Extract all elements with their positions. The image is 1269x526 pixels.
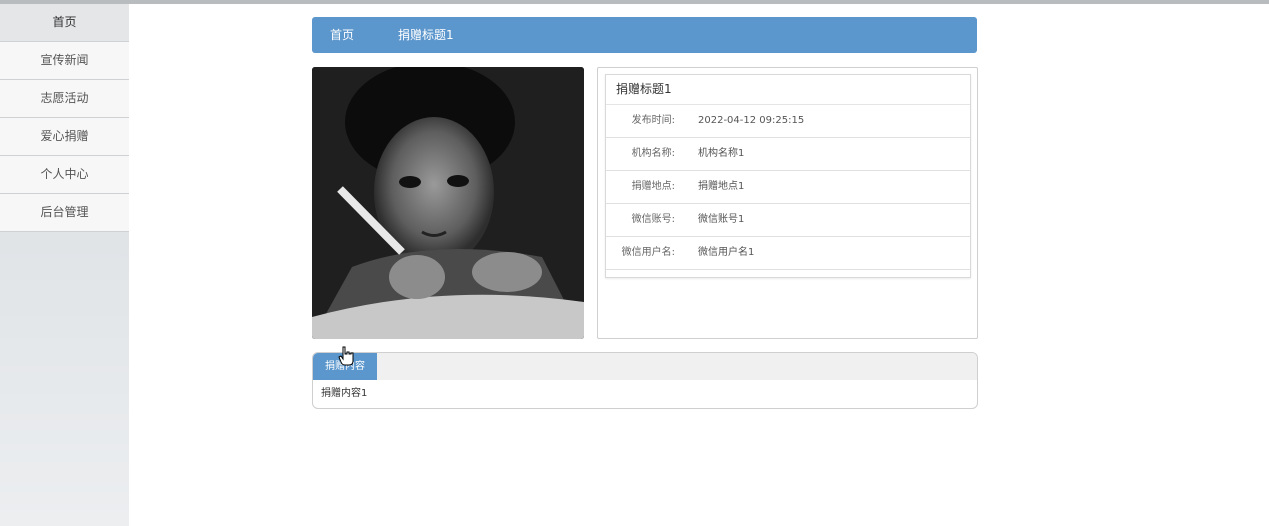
org-name-value: 机构名称1 [698, 148, 745, 159]
sidebar-item-admin[interactable]: 后台管理 [0, 194, 129, 232]
detail-row: 微信账号: 微信账号1 [606, 204, 970, 237]
content-tabbar: 捐赠内容 [313, 353, 977, 380]
wechat-account-value: 微信账号1 [698, 214, 745, 225]
detail-row: 捐赠地点: 捐赠地点1 [606, 171, 970, 204]
donation-photo [312, 67, 584, 339]
sidebar-item-volunteer[interactable]: 志愿活动 [0, 80, 129, 118]
publish-time-value: 2022-04-12 09:25:15 [698, 115, 805, 126]
publish-time-label: 发布时间: [631, 115, 675, 126]
top-border [0, 0, 1269, 4]
detail-row: 机构名称: 机构名称1 [606, 138, 970, 171]
detail-box: 捐赠标题1 发布时间: 2022-04-12 09:25:15 机构名称: 机构… [597, 67, 978, 339]
donation-location-label: 捐赠地点: [631, 181, 675, 192]
donation-content-text: 捐赠内容1 [321, 388, 368, 399]
child-writing-photo [312, 67, 584, 339]
sidebar: 首页 宣传新闻 志愿活动 爱心捐赠 个人中心 后台管理 [0, 4, 129, 526]
wechat-username-label: 微信用户名: [621, 247, 675, 258]
sidebar-item-personal-center[interactable]: 个人中心 [0, 156, 129, 194]
detail-row: 微信用户名: 微信用户名1 [606, 237, 970, 270]
detail-row: 发布时间: 2022-04-12 09:25:15 [606, 105, 970, 138]
donation-location-value: 捐赠地点1 [698, 181, 745, 192]
hand-cursor-icon [338, 346, 354, 366]
breadcrumb-current: 捐赠标题1 [398, 28, 454, 42]
breadcrumb: 首页 捐赠标题1 [312, 17, 977, 53]
org-name-label: 机构名称: [631, 148, 675, 159]
breadcrumb-home-link[interactable]: 首页 [330, 17, 354, 53]
wechat-username-value: 微信用户名1 [698, 247, 755, 258]
wechat-account-label: 微信账号: [631, 214, 675, 225]
detail-title: 捐赠标题1 [606, 75, 970, 105]
donation-content-panel: 捐赠内容 捐赠内容1 [312, 352, 978, 409]
sidebar-item-donation[interactable]: 爱心捐赠 [0, 118, 129, 156]
sidebar-item-news[interactable]: 宣传新闻 [0, 42, 129, 80]
detail-card: 捐赠标题1 发布时间: 2022-04-12 09:25:15 机构名称: 机构… [605, 74, 971, 278]
sidebar-item-home[interactable]: 首页 [0, 4, 129, 42]
